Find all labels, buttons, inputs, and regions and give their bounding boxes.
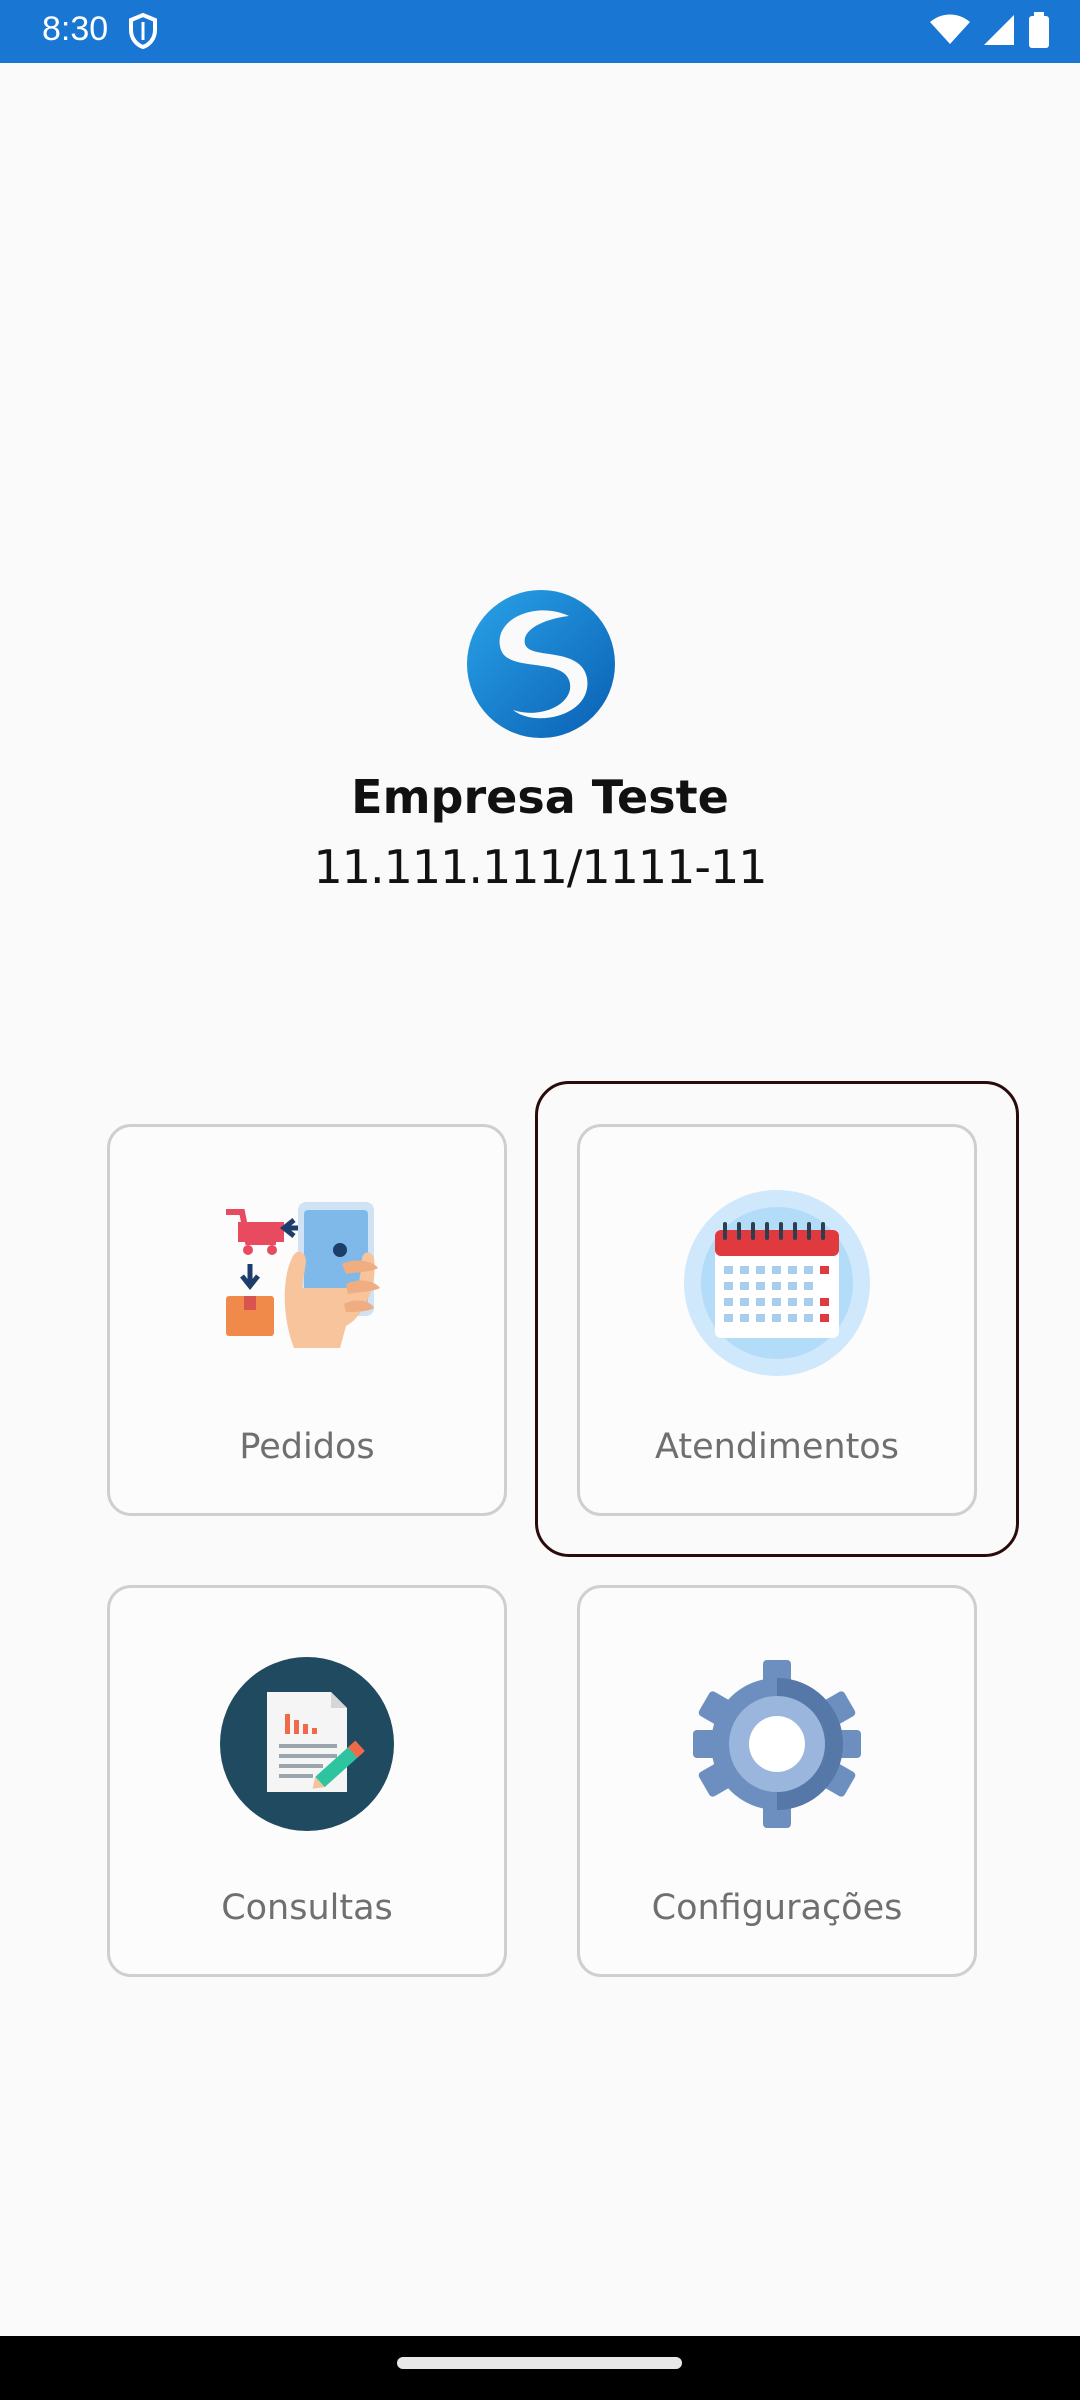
status-time: 8:30: [42, 10, 109, 48]
consultas-button[interactable]: Consultas: [107, 1585, 507, 1977]
atendimentos-button[interactable]: Atendimentos: [577, 1124, 977, 1516]
company-document-id: 11.111.111/1111-11: [313, 840, 767, 894]
battery-icon: [1029, 12, 1049, 48]
pedidos-label: Pedidos: [239, 1427, 375, 1467]
configuracoes-button[interactable]: Configurações: [577, 1585, 977, 1977]
order-phone-cart-icon: [226, 1202, 380, 1348]
pedidos-button[interactable]: Pedidos: [107, 1124, 507, 1516]
signal-icon: [984, 15, 1014, 45]
home-gesture-handle[interactable]: [397, 2357, 682, 2369]
wifi-icon: [930, 14, 970, 44]
calendar-icon: [684, 1190, 870, 1376]
consultas-label: Consultas: [221, 1888, 393, 1928]
status-bar: 8:30: [0, 0, 1080, 63]
gear-icon: [693, 1660, 861, 1828]
shield-icon: [129, 13, 157, 49]
atendimentos-label: Atendimentos: [655, 1427, 899, 1467]
company-name: Empresa Teste: [351, 770, 729, 824]
company-logo: [467, 590, 615, 738]
configuracoes-label: Configurações: [651, 1888, 903, 1928]
report-document-icon: [220, 1657, 394, 1831]
